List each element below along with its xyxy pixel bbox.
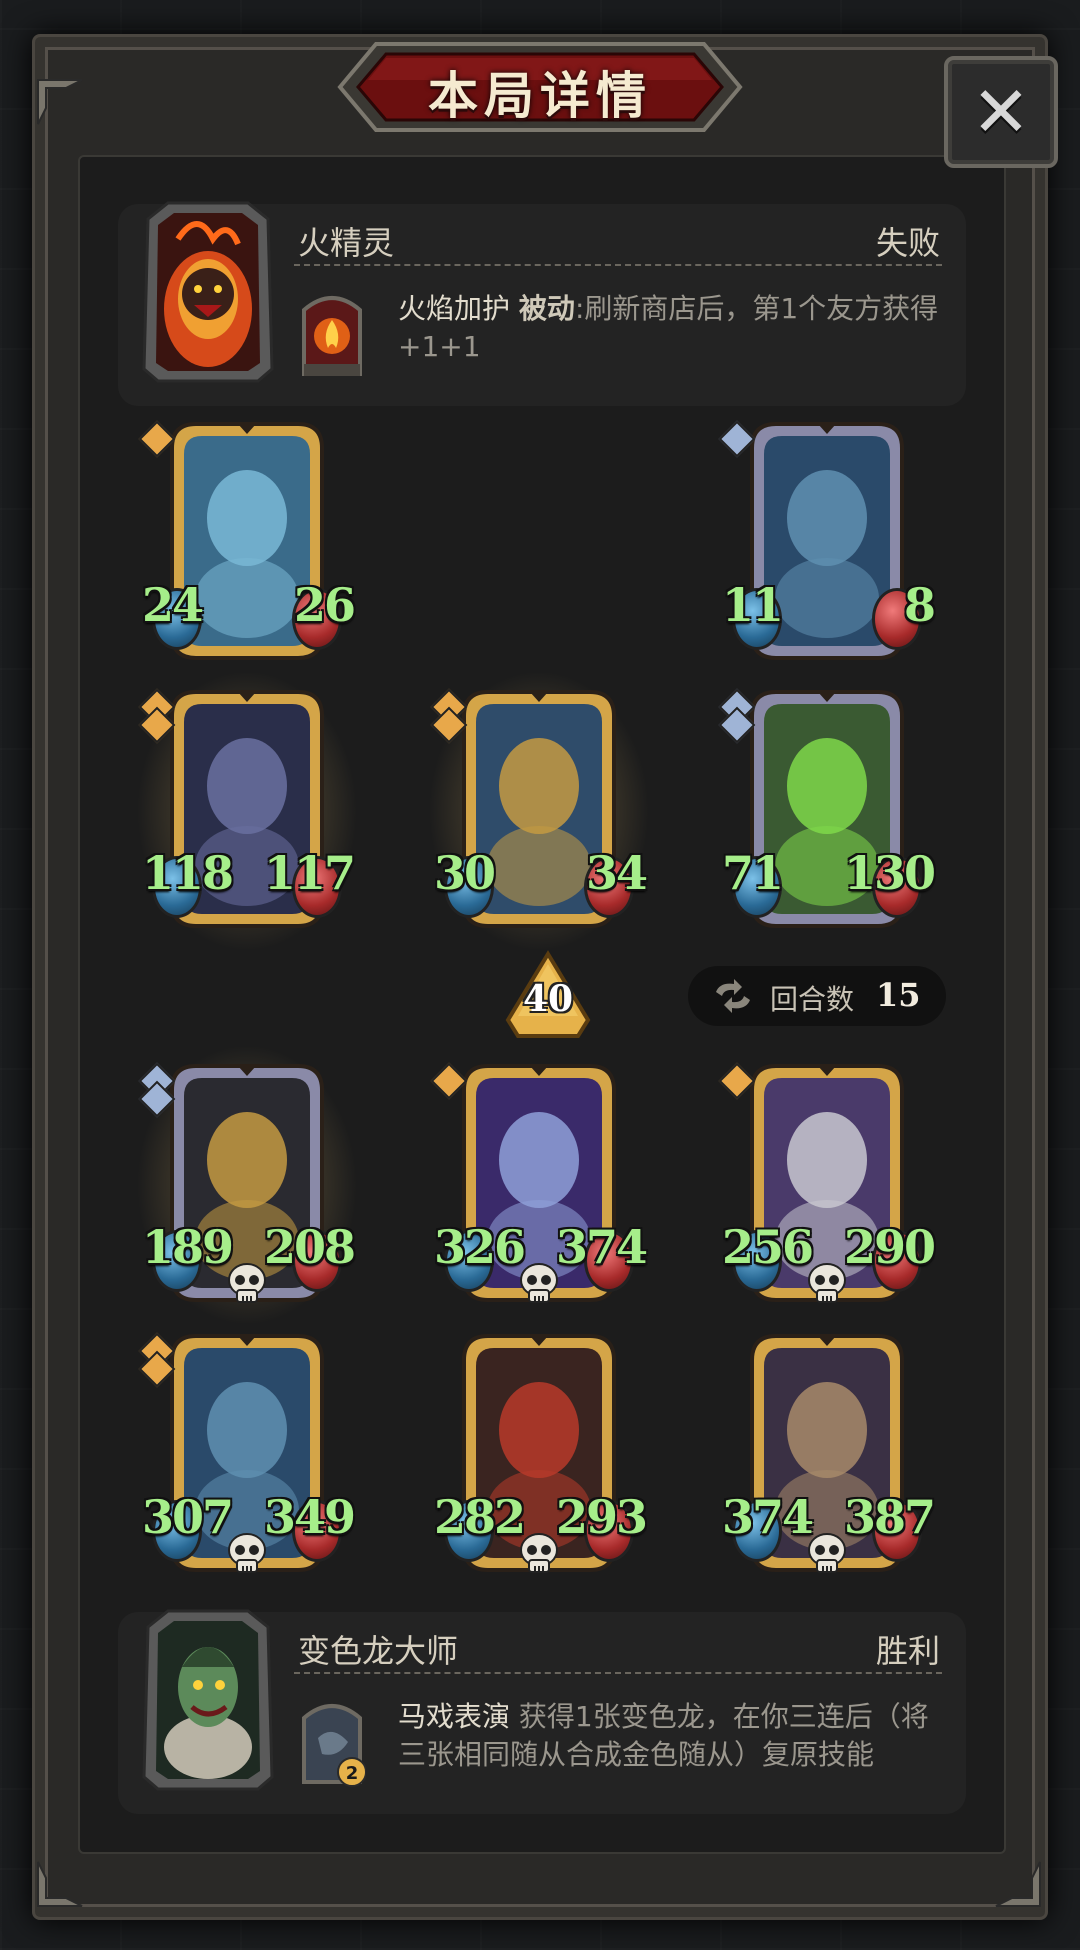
turn-count-value: 15	[876, 976, 921, 1014]
divider	[294, 1672, 942, 1674]
attack-value: 374	[722, 1490, 814, 1544]
attack-value: 282	[434, 1490, 526, 1544]
opponent-minion-elf-sorceress[interactable]: 11 8	[718, 418, 936, 668]
health-value: 26	[293, 578, 356, 632]
opponent-skill-text: 火焰加护 被动:刷新商店后，第1个友方获得+1+1	[398, 290, 948, 366]
health-value: 349	[263, 1490, 356, 1544]
player-skill-name: 马戏表演	[398, 1700, 511, 1733]
tavern-level-value: 40	[522, 978, 574, 1020]
swap-arrows-icon	[716, 979, 750, 1013]
attack-value: 326	[434, 1220, 526, 1274]
opponent-skill-type: 被动	[518, 292, 575, 325]
close-icon: ✕	[971, 71, 1031, 153]
corner-ornament-top-left	[36, 78, 84, 126]
health-value: 290	[843, 1220, 936, 1274]
player-minion-red-dragon[interactable]: 282 293	[434, 1330, 648, 1580]
health-value: 293	[555, 1490, 648, 1544]
opponent-minion-poison-beast[interactable]: 71 130	[718, 686, 936, 936]
player-minion-anubis-warrior[interactable]: 189 208	[136, 1044, 358, 1326]
attack-value: 307	[142, 1490, 234, 1544]
skill-badge-count: 2	[346, 1763, 359, 1784]
attack-value: 11	[722, 578, 784, 632]
player-minion-elf-sorceress[interactable]: 307 349	[138, 1330, 356, 1580]
health-value: 130	[843, 846, 936, 900]
tavern-level-badge: 40	[498, 950, 598, 1040]
health-value: 8	[903, 578, 936, 632]
opponent-name: 火精灵	[298, 224, 395, 262]
player-result: 胜利	[875, 1632, 940, 1670]
corner-ornament-bottom-right	[994, 1860, 1042, 1908]
turn-count-label: 回合数	[770, 983, 855, 1016]
player-skill-text: 马戏表演 获得1张变色龙，在你三连后（将三张相同随从合成金色随从）复原技能	[398, 1698, 948, 1774]
fire-elemental-portrait-icon[interactable]	[138, 199, 278, 384]
page-title: 本局详情	[428, 67, 652, 125]
attack-value: 118	[142, 846, 234, 900]
opponent-card: 火精灵 失败 火焰加护 被动:刷新商店后，第1个友方获得+1+1	[118, 201, 966, 406]
health-value: 387	[843, 1490, 936, 1544]
attack-value: 30	[434, 846, 496, 900]
corner-ornament-bottom-left	[36, 1860, 84, 1908]
title-banner: 本局详情	[336, 40, 744, 134]
health-value: 208	[263, 1220, 356, 1274]
player-minion-star-wizard[interactable]: 326 374	[430, 1060, 648, 1310]
attack-value: 256	[722, 1220, 814, 1274]
health-value: 117	[263, 846, 356, 900]
close-button[interactable]: ✕	[944, 56, 1058, 168]
opponent-result: 失败	[875, 224, 940, 262]
chameleon-portrait-icon[interactable]	[138, 1607, 278, 1792]
attack-value: 189	[142, 1220, 234, 1274]
player-minion-brute[interactable]: 374 387	[722, 1330, 936, 1580]
player-card: 变色龙大师 胜利 2 马戏表演 获得1张变色龙，在你三连后（将三张相同随从合成金…	[118, 1609, 966, 1814]
fire-shield-icon[interactable]	[298, 290, 366, 380]
opponent-skill-name: 火焰加护	[398, 292, 511, 325]
circus-card-icon[interactable]: 2	[298, 1698, 367, 1788]
health-value: 34	[585, 846, 648, 900]
opponent-minion-dragon[interactable]: 24 26	[138, 418, 356, 668]
player-name: 变色龙大师	[298, 1632, 459, 1670]
divider	[294, 264, 942, 266]
health-value: 374	[555, 1220, 648, 1274]
opponent-minion-hooded-rogue[interactable]: 118 117	[136, 670, 358, 952]
attack-value: 71	[722, 846, 784, 900]
player-minion-paladin[interactable]: 256 290	[718, 1060, 936, 1310]
turn-count-pill: 回合数 15	[688, 966, 946, 1026]
opponent-minion-armored-knight[interactable]: 30 34	[428, 670, 650, 952]
attack-value: 24	[142, 578, 204, 632]
